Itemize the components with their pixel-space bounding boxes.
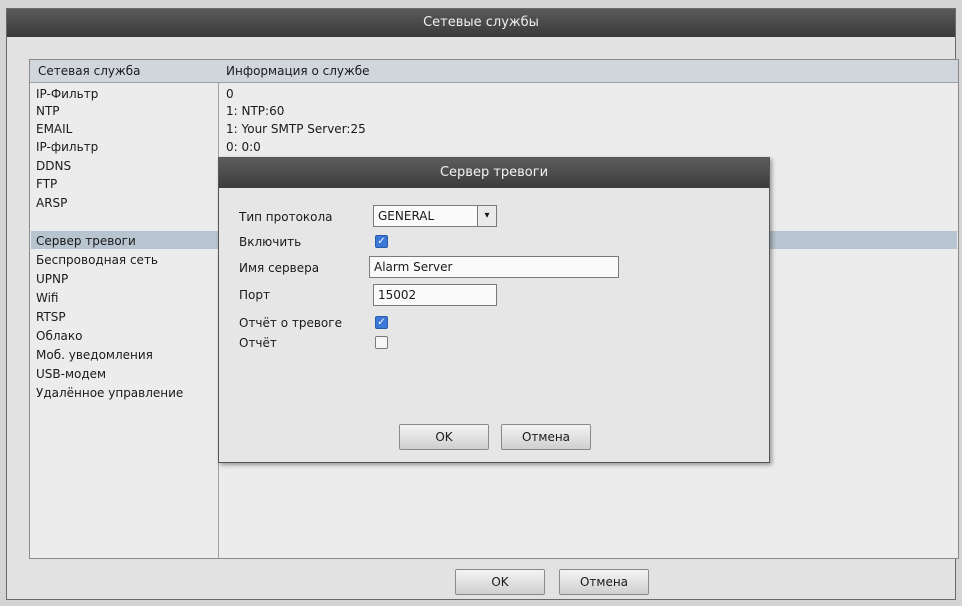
chevron-down-icon[interactable]: ▾ (477, 206, 496, 226)
service-info: 1: NTP:60 (226, 104, 285, 118)
alarm-report-checkbox[interactable]: ✓ (375, 316, 388, 329)
protocol-type-value: GENERAL (378, 209, 435, 223)
list-item[interactable]: USB-модем (36, 366, 106, 382)
protocol-type-select[interactable]: GENERAL ▾ (373, 205, 497, 227)
port-field[interactable]: 15002 (373, 284, 497, 306)
port-label: Порт (239, 288, 270, 302)
dialog-title: Сервер тревоги (219, 158, 769, 188)
list-item[interactable]: IP-Фильтр (36, 86, 98, 102)
server-name-field[interactable]: Alarm Server (369, 256, 619, 278)
column-header-service: Сетевая служба (38, 64, 141, 78)
column-header-info: Информация о службе (226, 64, 370, 78)
alarm-server-dialog: Сервер тревоги Тип протокола GENERAL ▾ В… (218, 157, 770, 463)
cancel-button[interactable]: Отмена (559, 569, 649, 595)
list-item[interactable]: Сервер тревоги (36, 233, 136, 249)
service-info: 0 (226, 87, 234, 101)
list-item[interactable]: ARSP (36, 195, 67, 211)
enable-label: Включить (239, 235, 302, 249)
list-item[interactable]: NTP (36, 103, 60, 119)
list-item[interactable]: RTSP (36, 309, 66, 325)
server-name-label: Имя сервера (239, 261, 320, 275)
list-header: Сетевая служба Информация о службе (30, 60, 958, 83)
window-title: Сетевые службы (7, 9, 955, 37)
list-item[interactable]: Моб. уведомления (36, 347, 153, 363)
ok-button[interactable]: OK (455, 569, 545, 595)
log-report-label: Отчёт (239, 336, 277, 350)
list-item[interactable]: UPNP (36, 271, 68, 287)
list-item[interactable]: Wifi (36, 290, 59, 306)
dialog-ok-button[interactable]: OK (399, 424, 489, 450)
list-item[interactable]: Беспроводная сеть (36, 252, 158, 268)
list-item[interactable]: FTP (36, 176, 57, 192)
service-info: 0: 0:0 (226, 140, 261, 154)
list-item[interactable]: IP-фильтр (36, 139, 98, 155)
list-item[interactable]: EMAIL (36, 121, 72, 137)
list-item[interactable]: Удалённое управление (36, 385, 183, 401)
protocol-type-label: Тип протокола (239, 210, 333, 224)
list-item[interactable]: DDNS (36, 158, 71, 174)
service-info: 1: Your SMTP Server:25 (226, 122, 366, 136)
log-report-checkbox[interactable] (375, 336, 388, 349)
alarm-report-label: Отчёт о тревоге (239, 316, 342, 330)
list-item[interactable]: Облако (36, 328, 82, 344)
enable-checkbox[interactable]: ✓ (375, 235, 388, 248)
dialog-cancel-button[interactable]: Отмена (501, 424, 591, 450)
